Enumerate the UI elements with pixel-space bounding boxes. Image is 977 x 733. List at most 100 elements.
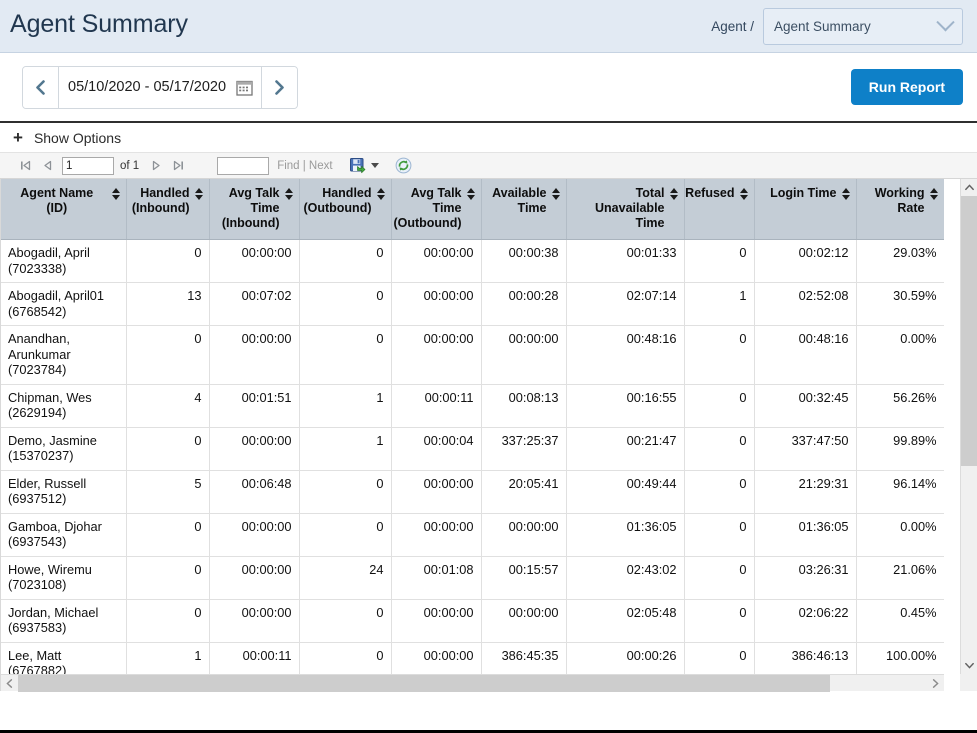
next-page-icon[interactable] bbox=[145, 159, 167, 172]
scrollbar-corner bbox=[960, 674, 977, 691]
col-label-line2: (Outbound) bbox=[303, 201, 372, 215]
cell-avg-talk-outbound: 00:00:04 bbox=[391, 427, 482, 471]
table-row[interactable]: Abogadil, April (7023338) 0 00:00:00 0 00:00:… bbox=[1, 239, 944, 283]
cell-login-time: 337:47:50 bbox=[754, 427, 857, 471]
cell-available-time: 00:00:38 bbox=[481, 239, 567, 283]
date-range-picker: 05/10/2020 - 05/17/2020 bbox=[22, 65, 299, 109]
col-label-line1: Avg Talk bbox=[410, 186, 462, 200]
col-label-line1: Login Time bbox=[770, 186, 837, 200]
scroll-down-icon[interactable] bbox=[961, 657, 977, 674]
vertical-scrollbar-thumb[interactable] bbox=[961, 196, 977, 466]
cell-refused: 0 bbox=[684, 325, 755, 385]
date-prev-button[interactable] bbox=[23, 66, 59, 108]
sort-arrows-icon[interactable] bbox=[841, 186, 850, 200]
table-row[interactable]: Anandhan, Arunkumar (7023784) 0 00:00:00 0 00… bbox=[1, 325, 944, 385]
column-header-available-time[interactable]: Available Time bbox=[481, 179, 567, 240]
date-next-button[interactable] bbox=[261, 66, 298, 108]
page-title: Agent Summary bbox=[10, 10, 188, 38]
report-select-dropdown[interactable]: Agent Summary bbox=[763, 7, 963, 45]
column-header-avg-talk-time-outbound[interactable]: Avg Talk Time (Outbound) bbox=[391, 179, 482, 240]
sort-arrows-icon[interactable] bbox=[284, 186, 293, 200]
find-input[interactable] bbox=[217, 156, 270, 175]
table-row[interactable]: Demo, Jasmine (15370237) 0 00:00:00 1 00:00:0… bbox=[1, 427, 944, 471]
table-row[interactable]: Lee, Matt (6767882) 1 00:00:11 0 00:00:00 386:… bbox=[1, 642, 944, 674]
scroll-right-icon[interactable] bbox=[927, 675, 944, 692]
cell-avg-talk-outbound: 00:00:00 bbox=[391, 599, 482, 643]
column-header-agent-name[interactable]: Agent Name (ID) bbox=[1, 179, 127, 240]
first-page-icon[interactable] bbox=[14, 159, 36, 172]
table-row[interactable]: Abogadil, April01 (6768542) 13 00:07:02 0 00:… bbox=[1, 282, 944, 326]
cell-refused: 0 bbox=[684, 556, 755, 600]
cell-avg-talk-inbound: 00:06:48 bbox=[209, 470, 300, 514]
cell-handled-outbound: 1 bbox=[299, 384, 392, 428]
col-label-line1: Working bbox=[874, 186, 925, 200]
cell-handled-outbound: 24 bbox=[299, 556, 392, 600]
column-header-refused[interactable]: Refused bbox=[684, 179, 755, 240]
agent-name-text: Abogadil, April01 bbox=[8, 288, 105, 303]
sort-arrows-icon[interactable] bbox=[376, 186, 385, 200]
run-report-button[interactable]: Run Report bbox=[850, 69, 963, 105]
show-options-toggle[interactable]: + Show Options bbox=[0, 123, 977, 152]
cell-total-unavailable: 02:05:48 bbox=[566, 599, 685, 643]
cell-available-time: 00:00:00 bbox=[481, 599, 567, 643]
cell-login-time: 00:02:12 bbox=[754, 239, 857, 283]
column-header-working-rate[interactable]: Working Rate bbox=[856, 179, 944, 240]
table-row[interactable]: Howe, Wiremu (7023108) 0 00:00:00 24 00:01:08… bbox=[1, 556, 944, 600]
table-row[interactable]: Gamboa, Djohar (6937543) 0 00:00:00 0 00:00:0… bbox=[1, 513, 944, 557]
chevron-right-icon bbox=[275, 79, 284, 95]
agent-id-text: (6937512) bbox=[8, 491, 67, 506]
table-row[interactable]: Chipman, Wes (2629194) 4 00:01:51 1 00:00:11 0… bbox=[1, 384, 944, 428]
horizontal-scrollbar-thumb[interactable] bbox=[18, 675, 830, 692]
date-range-input[interactable]: 05/10/2020 - 05/17/2020 bbox=[59, 66, 262, 108]
col-label-line2: Rate bbox=[897, 201, 925, 215]
cell-available-time: 00:08:13 bbox=[481, 384, 567, 428]
cell-login-time: 00:48:16 bbox=[754, 325, 857, 385]
column-header-handled-outbound[interactable]: Handled (Outbound) bbox=[299, 179, 392, 240]
sort-arrows-icon[interactable] bbox=[739, 186, 748, 200]
agent-name-text: Gamboa, Djohar bbox=[8, 518, 102, 534]
refresh-icon[interactable] bbox=[395, 157, 412, 174]
page-number-input[interactable] bbox=[62, 156, 114, 175]
column-header-login-time[interactable]: Login Time bbox=[754, 179, 857, 240]
sort-arrows-icon[interactable] bbox=[466, 186, 475, 200]
cell-avg-talk-outbound: 00:01:08 bbox=[391, 556, 482, 600]
cell-handled-inbound: 0 bbox=[126, 513, 210, 557]
cell-handled-inbound: 5 bbox=[126, 470, 210, 514]
sort-arrows-icon[interactable] bbox=[194, 186, 203, 200]
sort-arrows-icon[interactable] bbox=[929, 186, 938, 200]
agent-id-text: (6937543) bbox=[8, 534, 67, 549]
scroll-up-icon[interactable] bbox=[961, 179, 977, 196]
cell-avg-talk-outbound: 00:00:00 bbox=[391, 513, 482, 557]
column-header-total-unavailable-time[interactable]: Total Unavailable Time bbox=[566, 179, 685, 240]
cell-refused: 0 bbox=[684, 239, 755, 283]
agent-id-text: (6937583) bbox=[8, 620, 67, 635]
cell-total-unavailable: 00:00:26 bbox=[566, 642, 685, 674]
sort-arrows-icon[interactable] bbox=[551, 186, 560, 200]
calendar-icon bbox=[236, 80, 253, 96]
chevron-down-icon bbox=[936, 12, 955, 31]
column-header-avg-talk-time-inbound[interactable]: Avg Talk Time (Inbound) bbox=[209, 179, 300, 240]
vertical-scrollbar[interactable] bbox=[960, 179, 977, 674]
table-row[interactable]: Elder, Russell (6937512) 5 00:06:48 0 00:00:0… bbox=[1, 470, 944, 514]
scroll-left-icon[interactable] bbox=[1, 675, 18, 692]
find-next-label[interactable]: Find | Next bbox=[277, 160, 332, 172]
cell-login-time: 03:26:31 bbox=[754, 556, 857, 600]
cell-handled-inbound: 0 bbox=[126, 325, 210, 385]
last-page-icon[interactable] bbox=[167, 159, 189, 172]
cell-handled-outbound: 0 bbox=[299, 599, 392, 643]
prev-page-icon[interactable] bbox=[36, 159, 58, 172]
horizontal-scrollbar[interactable] bbox=[1, 674, 944, 692]
cell-refused: 0 bbox=[684, 642, 755, 674]
sort-arrows-icon[interactable] bbox=[669, 186, 678, 200]
cell-avg-talk-outbound: 00:00:00 bbox=[391, 325, 482, 385]
header-right-group: Agent / Agent Summary bbox=[711, 7, 963, 45]
cell-handled-outbound: 1 bbox=[299, 427, 392, 471]
table-row[interactable]: Jordan, Michael (6937583) 0 00:00:00 0 00:00:… bbox=[1, 599, 944, 643]
report-select-value: Agent Summary bbox=[774, 18, 871, 34]
column-header-handled-inbound[interactable]: Handled (Inbound) bbox=[126, 179, 210, 240]
sort-arrows-icon[interactable] bbox=[111, 186, 120, 200]
save-export-icon[interactable] bbox=[349, 157, 366, 174]
cell-total-unavailable: 00:21:47 bbox=[566, 427, 685, 471]
table-header-row: Agent Name (ID) Handled (Inbound) Avg Ta… bbox=[1, 179, 944, 240]
caret-down-icon[interactable] bbox=[370, 163, 379, 168]
